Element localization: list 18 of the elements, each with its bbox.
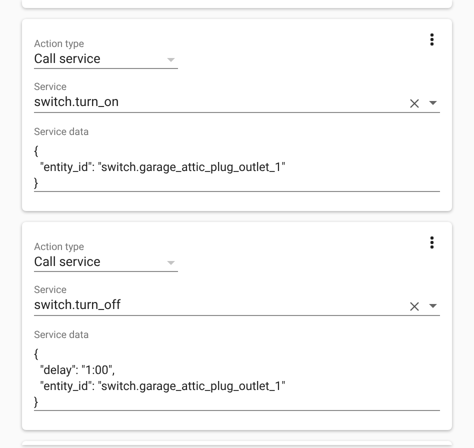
action-type-select[interactable]: Call service xyxy=(34,51,178,69)
service-combobox[interactable]: switch.turn_on xyxy=(34,94,440,113)
dropdown-arrow-icon[interactable] xyxy=(429,101,437,105)
field-label: Action type xyxy=(34,242,84,254)
field-label: Service data xyxy=(34,330,89,342)
field-label: Service xyxy=(34,285,67,297)
field-label: Service data xyxy=(34,127,89,139)
more-options-icon[interactable] xyxy=(430,236,434,249)
more-options-icon[interactable] xyxy=(430,33,434,46)
service-data-field[interactable]: { "entity_id": "switch.garage_attic_plug_outlet_1" } xyxy=(34,143,440,192)
field-label: Service xyxy=(34,82,67,94)
dropdown-arrow-icon[interactable] xyxy=(429,304,437,308)
service-data-field[interactable]: { "delay": "1:00", "entity_id": "switch.garage_attic_plug_outlet_1" } xyxy=(34,346,440,411)
clear-icon[interactable] xyxy=(410,302,419,310)
clear-icon[interactable] xyxy=(410,98,419,108)
action-type-select[interactable]: Call service xyxy=(34,254,178,272)
field-label: Action type xyxy=(34,39,84,51)
service-combobox[interactable]: switch.turn_off xyxy=(34,297,440,316)
